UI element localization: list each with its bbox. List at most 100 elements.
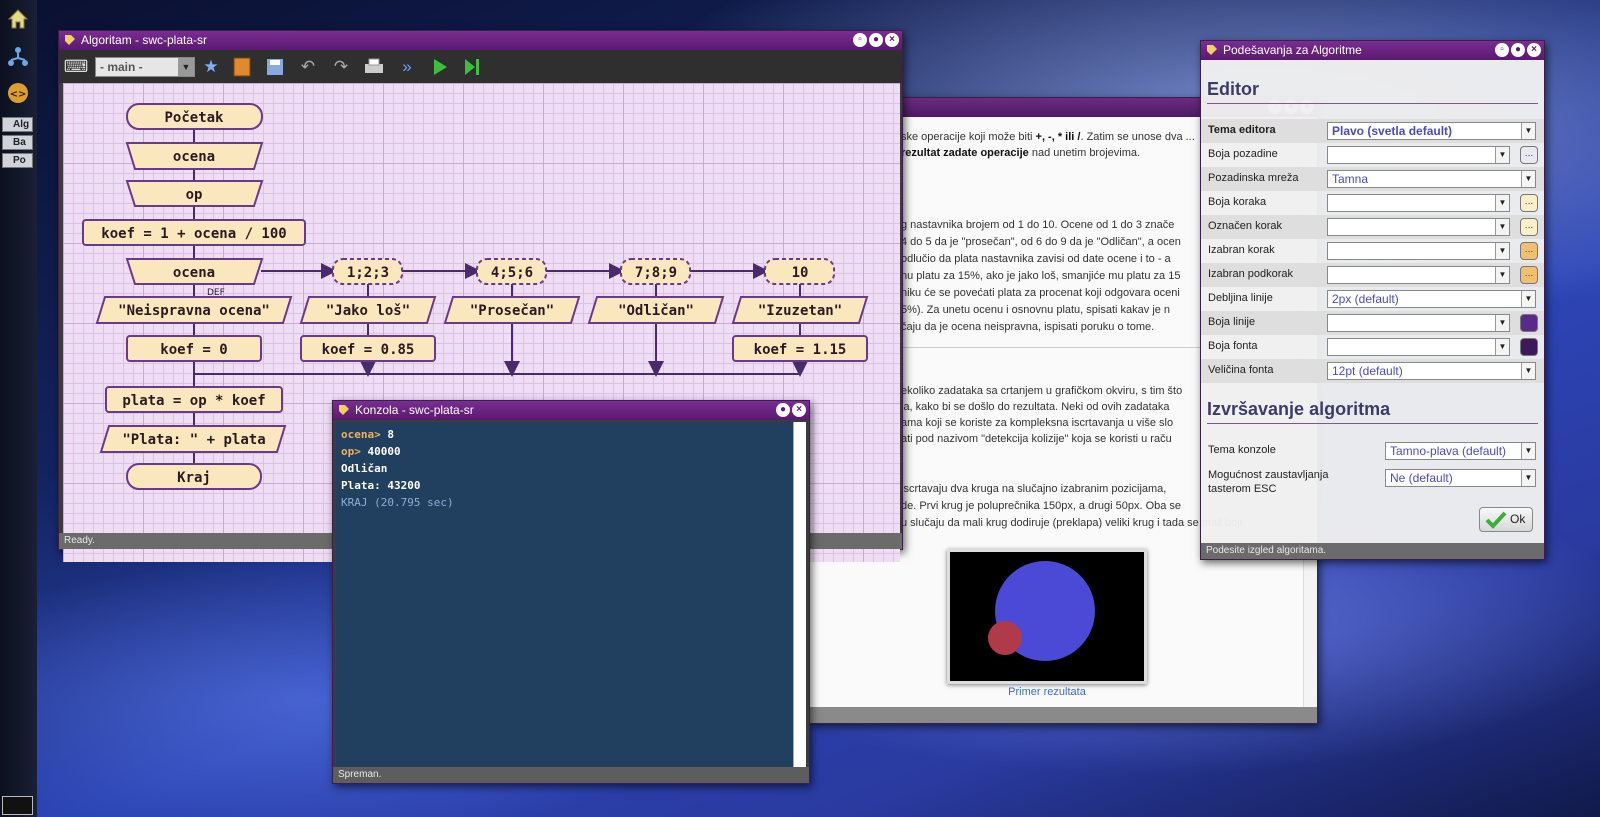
- setting-row: Boja koraka ▼ …: [1201, 191, 1544, 215]
- case-node[interactable]: 7;8;9: [635, 265, 677, 281]
- editor-heading: Editor: [1207, 79, 1259, 99]
- step-color-select[interactable]: ▼: [1327, 194, 1510, 212]
- checkmark-icon: [1485, 510, 1507, 538]
- save-icon[interactable]: [264, 56, 286, 78]
- font-color-select[interactable]: ▼: [1327, 338, 1510, 356]
- console-line: ocena> 8: [341, 428, 394, 441]
- output-node[interactable]: "Neispravna ocena": [118, 303, 270, 319]
- console-scrollbar[interactable]: [793, 422, 806, 767]
- line-color-select[interactable]: ▼: [1327, 314, 1510, 332]
- code-icon[interactable]: <>: [5, 80, 31, 106]
- setting-row: Tema konzole Tamno-plava (default) ▼: [1201, 439, 1544, 463]
- assign-node[interactable]: koef = 1.15: [754, 342, 847, 358]
- show-desktop-button[interactable]: [2, 796, 33, 815]
- algorithm-toolbar: ⌨ - main - ▼ ★ ↶ ↷ »: [59, 50, 902, 83]
- color-picker-button[interactable]: [1520, 314, 1538, 332]
- background-color-select[interactable]: ▼: [1327, 146, 1510, 164]
- maximize-icon[interactable]: ●: [1511, 43, 1525, 57]
- close-icon[interactable]: ×: [1527, 43, 1541, 57]
- input-ocena-node[interactable]: ocena: [173, 149, 215, 165]
- console-window: Konzola - swc-plata-sr ● × ocena> 8 op> 4…: [332, 400, 810, 784]
- settings-statusbar: Podesite izgled algoritama.: [1201, 543, 1544, 559]
- setting-row: Pozadinska mreža Tamna ▼: [1201, 167, 1544, 191]
- case-node[interactable]: 4;5;6: [491, 265, 533, 281]
- color-picker-button[interactable]: …: [1520, 194, 1538, 212]
- dock-tab-po[interactable]: Po: [2, 153, 33, 168]
- assign-node[interactable]: koef = 0: [160, 342, 227, 358]
- setting-row: Označen korak ▼ …: [1201, 215, 1544, 239]
- close-icon[interactable]: ×: [885, 33, 899, 47]
- output-node[interactable]: "Odličan": [618, 303, 694, 319]
- left-dock: <> Alg Ba Po: [0, 0, 37, 817]
- color-picker-button[interactable]: …: [1520, 146, 1538, 164]
- output-plata-node[interactable]: "Plata: " + plata: [122, 432, 265, 448]
- console-theme-select[interactable]: Tamno-plava (default) ▼: [1385, 442, 1536, 460]
- selected-substep-select[interactable]: ▼: [1327, 266, 1510, 284]
- console-titlebar[interactable]: Konzola - swc-plata-sr ● ×: [333, 401, 809, 420]
- case-node[interactable]: 10: [792, 265, 809, 281]
- app-icon: [63, 33, 77, 47]
- switch-node[interactable]: ocena: [173, 265, 215, 281]
- close-icon[interactable]: ×: [792, 403, 806, 417]
- minimize-icon[interactable]: ▫: [853, 33, 867, 47]
- assign-node[interactable]: koef = 0.85: [322, 342, 415, 358]
- minimize-icon[interactable]: ▫: [1495, 43, 1509, 57]
- console-line: Odličan: [341, 462, 388, 475]
- default-label: DEF: [207, 288, 225, 298]
- font-size-select[interactable]: 12pt (default) ▼: [1327, 362, 1536, 380]
- task-statusbar: [809, 707, 1317, 723]
- color-picker-button[interactable]: [1520, 338, 1538, 356]
- svg-text:<>: <>: [10, 89, 27, 100]
- console-line: op> 40000: [341, 445, 401, 458]
- color-picker-button[interactable]: …: [1520, 218, 1538, 236]
- end-node[interactable]: Kraj: [177, 470, 211, 486]
- execution-heading: Izvršavanje algoritma: [1207, 399, 1391, 419]
- print-icon[interactable]: [363, 56, 385, 78]
- ok-button[interactable]: Ok: [1479, 507, 1533, 532]
- case-node[interactable]: 1;2;3: [347, 265, 389, 281]
- setting-row: Boja fonta ▼: [1201, 335, 1544, 359]
- redo-icon[interactable]: ↷: [330, 56, 352, 78]
- setting-row: Debljina linije 2px (default) ▼: [1201, 287, 1544, 311]
- start-node[interactable]: Početak: [164, 110, 224, 126]
- settings-titlebar[interactable]: Podešavanja za Algoritme ▫ ● ×: [1201, 41, 1544, 60]
- color-picker-button[interactable]: …: [1520, 266, 1538, 284]
- keyboard-icon[interactable]: ⌨: [64, 56, 89, 78]
- assign-plata-node[interactable]: plata = op * koef: [122, 393, 265, 409]
- console-finished-line: KRAJ (20.795 sec): [341, 496, 454, 509]
- output-node[interactable]: "Izuzetan": [758, 303, 842, 319]
- dock-tab-alg[interactable]: Alg: [2, 117, 33, 132]
- home-icon[interactable]: [5, 6, 31, 32]
- theme-select[interactable]: Plavo (svetla default) ▼: [1327, 122, 1536, 140]
- setting-row: Tema editora Plavo (svetla default) ▼: [1201, 119, 1544, 143]
- setting-row: Mogućnost zaustavljanja tasterom ESC Ne …: [1201, 463, 1544, 495]
- function-select[interactable]: - main - ▼: [95, 57, 195, 77]
- marked-step-select[interactable]: ▼: [1327, 218, 1510, 236]
- dock-tab-ba[interactable]: Ba: [2, 135, 33, 150]
- color-picker-button[interactable]: …: [1520, 242, 1538, 260]
- book-icon[interactable]: [231, 56, 253, 78]
- esc-stop-select[interactable]: Ne (default) ▼: [1385, 469, 1536, 487]
- output-node[interactable]: "Jako loš": [326, 303, 410, 319]
- output-node[interactable]: "Prosečan": [470, 303, 554, 319]
- new-function-icon[interactable]: ★: [200, 56, 222, 78]
- console-output[interactable]: ocena> 8 op> 40000 Odličan Plata: 43200 …: [336, 422, 794, 767]
- window-title: Algoritam - swc-plata-sr: [81, 33, 208, 47]
- settings-window: Podešavanja za Algoritme ▫ ● × Editor Tema…: [1200, 40, 1545, 560]
- undo-icon[interactable]: ↶: [297, 56, 319, 78]
- maximize-icon[interactable]: ●: [776, 403, 790, 417]
- step-icon[interactable]: [461, 56, 483, 78]
- fast-forward-icon[interactable]: »: [396, 56, 418, 78]
- image-caption: Primer rezultata: [1008, 686, 1086, 698]
- maximize-icon[interactable]: ●: [869, 33, 883, 47]
- setting-row: Boja pozadine ▼ …: [1201, 143, 1544, 167]
- grid-select[interactable]: Tamna ▼: [1327, 170, 1536, 188]
- setting-row: Izabran podkorak ▼ …: [1201, 263, 1544, 287]
- network-icon[interactable]: [5, 44, 31, 70]
- algorithm-titlebar[interactable]: Algoritam - swc-plata-sr ▫ ● ×: [59, 31, 902, 50]
- input-op-node[interactable]: op: [186, 187, 203, 203]
- selected-step-select[interactable]: ▼: [1327, 242, 1510, 260]
- run-icon[interactable]: [429, 56, 451, 78]
- line-width-select[interactable]: 2px (default) ▼: [1327, 290, 1536, 308]
- assign-koef-node[interactable]: koef = 1 + ocena / 100: [101, 226, 286, 242]
